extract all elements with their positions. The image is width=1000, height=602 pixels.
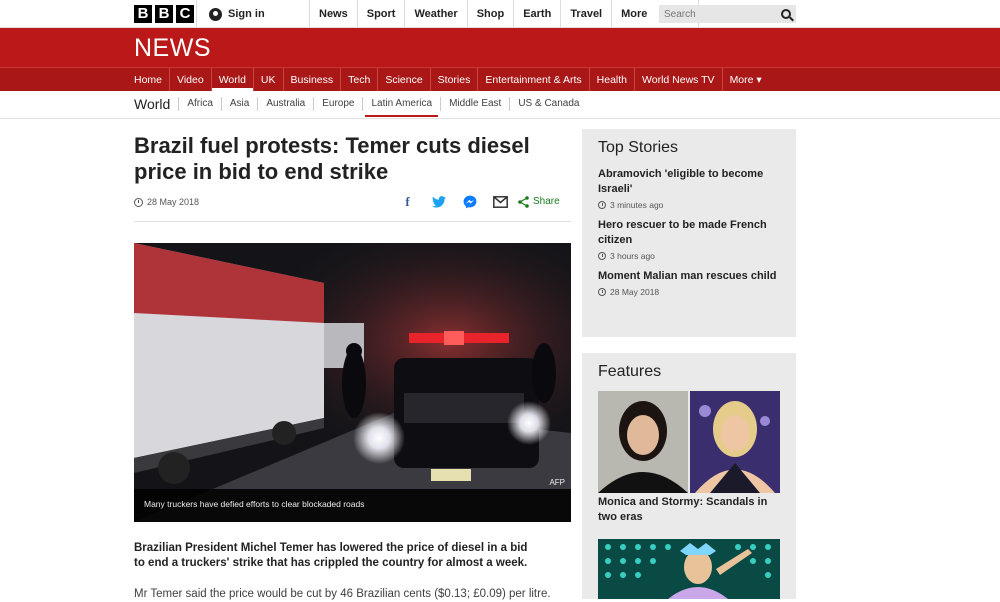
sign-in-link[interactable]: Sign in — [196, 0, 265, 28]
bbc-top-bar: B B C Sign in News Sport Weather Shop Ea… — [0, 0, 1000, 28]
main-nav: Home Video World UK Business Tech Scienc… — [0, 67, 1000, 91]
share-button[interactable]: Share — [518, 195, 560, 208]
messenger-icon[interactable] — [462, 194, 477, 209]
article-photo: AFP Many truckers have defied efforts to… — [134, 243, 571, 522]
top-stories-heading: Top Stories — [598, 139, 679, 156]
nav-uk[interactable]: UK — [252, 68, 283, 91]
top-story-title[interactable]: Hero rescuer to be made French citizen — [598, 218, 780, 248]
top-story-time-text: 3 hours ago — [610, 251, 655, 261]
subnav-middle-east[interactable]: Middle East — [440, 96, 509, 111]
top-story-time-text: 28 May 2018 — [610, 287, 660, 297]
feature-portrait-right — [690, 391, 780, 493]
email-icon[interactable] — [493, 194, 508, 209]
nav-science[interactable]: Science — [377, 68, 429, 91]
top-story-item[interactable]: Moment Malian man rescues child 28 May 2… — [598, 269, 780, 297]
search-input[interactable] — [664, 8, 764, 20]
bbc-logo-block: B — [155, 5, 173, 23]
nav-stories[interactable]: Stories — [429, 68, 478, 91]
subnav-africa[interactable]: Africa — [178, 96, 221, 111]
search-icon[interactable] — [781, 9, 791, 19]
share-icon — [518, 195, 529, 208]
clock-icon — [598, 201, 606, 209]
top-story-time: 3 hours ago — [598, 251, 780, 261]
search-box — [659, 5, 796, 23]
divider — [0, 118, 1000, 119]
feature-image-2[interactable] — [598, 539, 780, 599]
nav-video[interactable]: Video — [169, 68, 211, 91]
nav-entertainment[interactable]: Entertainment & Arts — [477, 68, 588, 91]
top-story-title[interactable]: Abramovich 'eligible to become Israeli' — [598, 167, 780, 197]
truck-police-photo — [134, 243, 571, 522]
top-story-title[interactable]: Moment Malian man rescues child — [598, 269, 780, 284]
top-story-time: 3 minutes ago — [598, 200, 780, 210]
top-nav-sport[interactable]: Sport — [356, 0, 405, 28]
feature-portrait-left — [598, 391, 688, 493]
share-tools: f Share — [400, 194, 560, 209]
top-story-item[interactable]: Hero rescuer to be made French citizen 3… — [598, 218, 780, 261]
subnav-europe[interactable]: Europe — [313, 96, 362, 111]
section-title[interactable]: World — [134, 96, 178, 112]
top-stories-panel: Top Stories Abramovich 'eligible to beco… — [582, 129, 796, 337]
top-nav-travel[interactable]: Travel — [560, 0, 611, 28]
top-story-item[interactable]: Abramovich 'eligible to become Israeli' … — [598, 167, 780, 210]
user-icon — [209, 7, 222, 21]
photo-credit: AFP — [549, 478, 565, 487]
clock-icon — [134, 197, 143, 207]
top-nav-more-label: More — [621, 8, 648, 20]
feature-image[interactable] — [598, 391, 780, 493]
article-headline: Brazil fuel protests: Temer cuts diesel … — [134, 133, 530, 184]
section-nav: World Africa Asia Australia Europe Latin… — [134, 91, 587, 117]
nav-tech[interactable]: Tech — [340, 68, 377, 91]
top-nav-news[interactable]: News — [309, 0, 357, 28]
twitter-icon[interactable] — [431, 194, 446, 209]
nav-business[interactable]: Business — [282, 68, 341, 91]
clock-icon — [598, 252, 606, 260]
article-date-text: 28 May 2018 — [147, 197, 200, 207]
subnav-asia[interactable]: Asia — [220, 96, 257, 111]
feature-title[interactable]: Monica and Stormy: Scandals in two eras — [598, 495, 778, 525]
article-date: 28 May 2018 — [134, 197, 199, 207]
subnav-us-canada[interactable]: US & Canada — [509, 96, 587, 111]
bbc-logo-block: C — [176, 5, 194, 23]
photo-caption: Many truckers have defied efforts to cle… — [134, 489, 571, 522]
divider — [134, 221, 571, 222]
subnav-latin-america[interactable]: Latin America — [362, 96, 440, 117]
news-masthead: NEWS — [0, 28, 1000, 67]
news-logo[interactable]: NEWS — [134, 34, 211, 63]
bbc-logo[interactable]: B B C — [134, 5, 194, 23]
clock-icon — [598, 288, 606, 296]
features-heading: Features — [598, 363, 662, 380]
article-lead: Brazilian President Michel Temer has low… — [134, 542, 528, 569]
top-story-time: 28 May 2018 — [598, 287, 780, 297]
nav-world-news-tv[interactable]: World News TV — [634, 68, 722, 91]
article-body-paragraph: Mr Temer said the price would be cut by … — [134, 588, 551, 600]
share-label: Share — [533, 196, 560, 207]
top-story-time-text: 3 minutes ago — [610, 200, 664, 210]
subnav-australia[interactable]: Australia — [257, 96, 313, 111]
features-panel: Features Monica and Stormy: Scandals in … — [582, 353, 796, 599]
top-nav: News Sport Weather Shop Earth Travel Mor… — [309, 0, 700, 28]
nav-world[interactable]: World — [210, 68, 254, 91]
nav-health[interactable]: Health — [588, 68, 634, 91]
nav-home[interactable]: Home — [134, 68, 169, 91]
top-nav-earth[interactable]: Earth — [513, 0, 560, 28]
nav-more[interactable]: More ▾ — [721, 68, 769, 91]
top-nav-shop[interactable]: Shop — [466, 0, 514, 28]
sign-in-label: Sign in — [228, 8, 265, 20]
bbc-logo-block: B — [134, 5, 152, 23]
top-nav-weather[interactable]: Weather — [404, 0, 466, 28]
facebook-icon[interactable]: f — [400, 194, 415, 209]
